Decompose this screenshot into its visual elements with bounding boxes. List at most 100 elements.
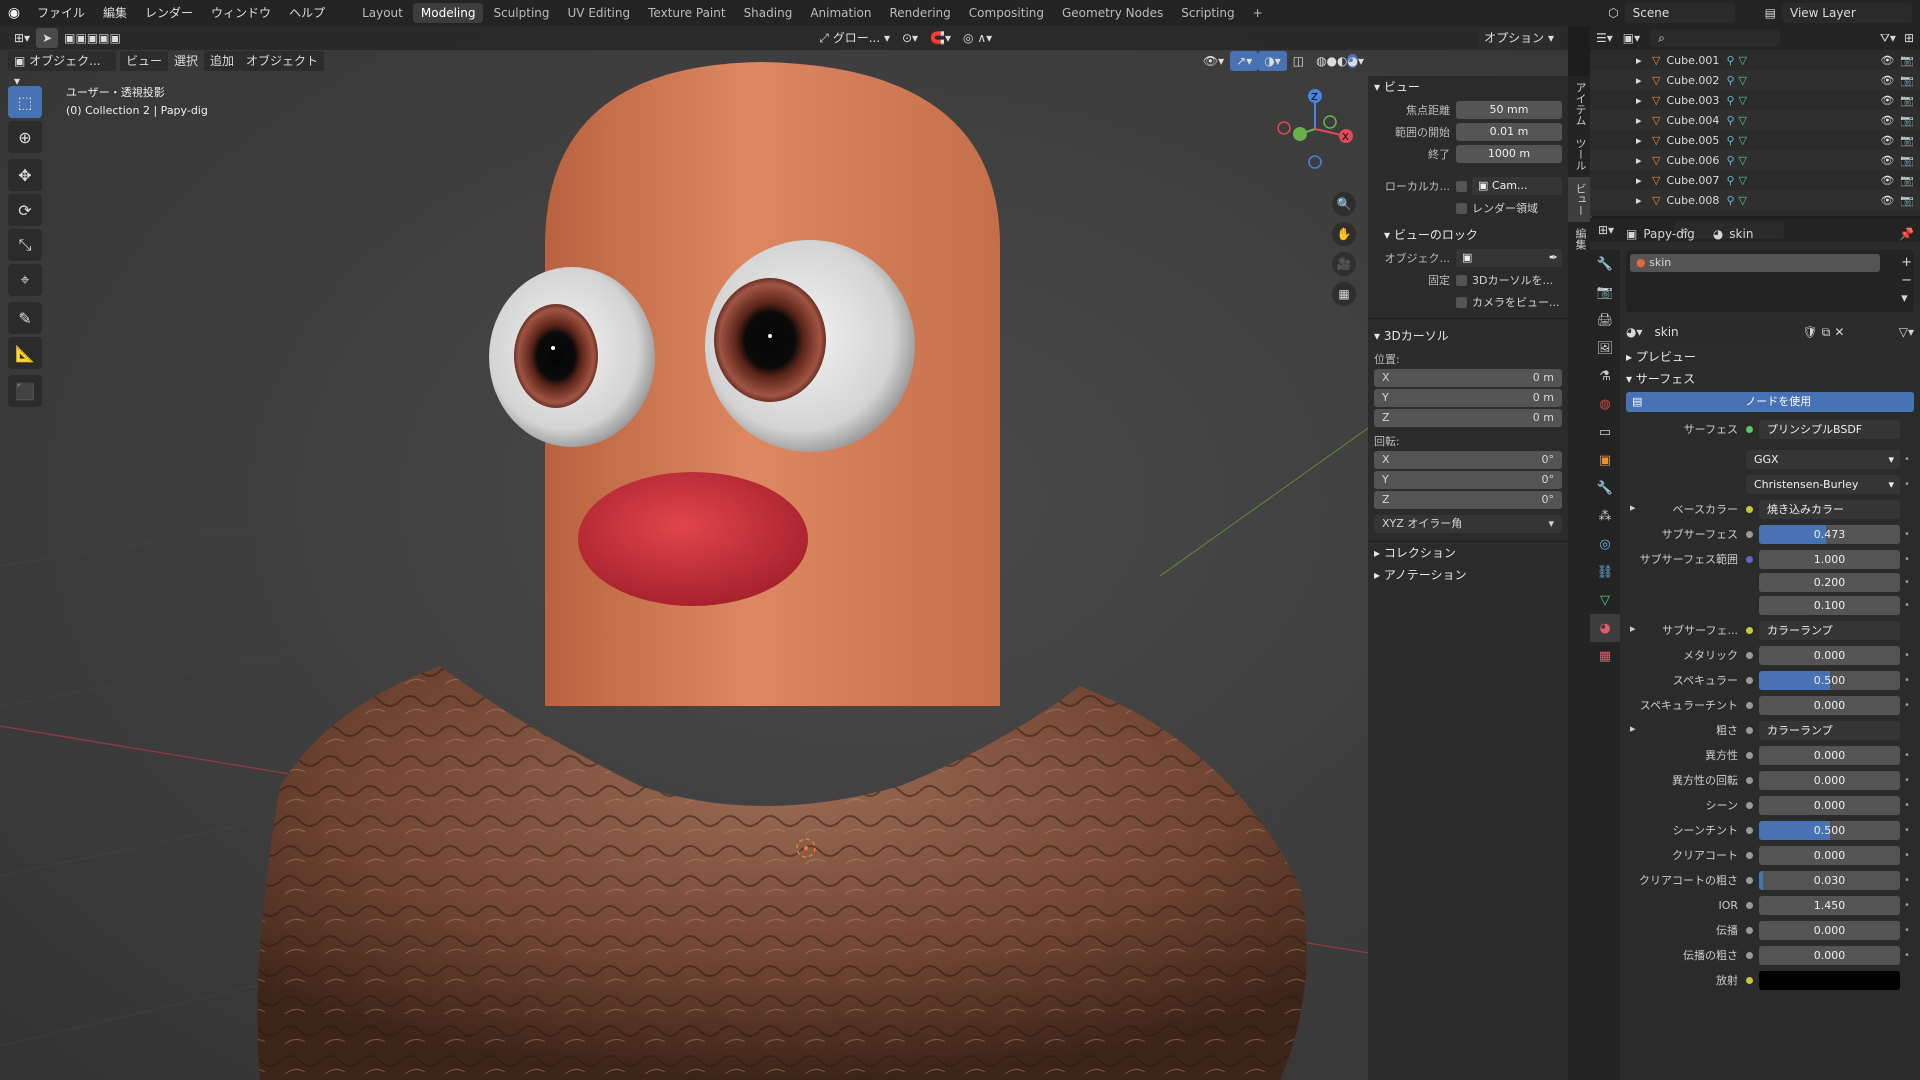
texture-tab-icon[interactable]: ▦ xyxy=(1590,642,1620,670)
add-slot-button[interactable]: + xyxy=(1901,254,1912,272)
transform-icon[interactable]: ⌖ xyxy=(8,264,42,296)
expand-icon[interactable]: ▸ xyxy=(1636,194,1642,207)
rotation-mode-dropdown[interactable]: XYZ オイラー角 ▾ xyxy=(1374,515,1562,533)
material-tab-icon[interactable]: ◕ xyxy=(1590,614,1620,642)
keyframe-dot[interactable]: • xyxy=(1900,529,1914,540)
outliner-row[interactable]: ▸ ▽ Cube.007 ⚲ ▽ 👁 📷 xyxy=(1590,170,1920,190)
menu-view[interactable]: ビュー xyxy=(120,51,169,71)
keyframe-dot[interactable]: • xyxy=(1900,825,1914,836)
outliner-row[interactable]: ▸ ▽ Cube.001 ⚲ ▽ 👁 📷 xyxy=(1590,50,1920,70)
world-tab-icon[interactable]: ◍ xyxy=(1590,390,1620,418)
data-tab-icon[interactable]: ▽ xyxy=(1590,586,1620,614)
local-camera-field[interactable]: ▣ Cam... xyxy=(1472,177,1562,195)
unlink-icon[interactable]: ✕ xyxy=(1834,325,1844,339)
preview-section-header[interactable]: ▸ プレビュー xyxy=(1626,346,1914,368)
keyframe-dot[interactable]: • xyxy=(1900,600,1914,611)
tab-animation[interactable]: Animation xyxy=(802,3,879,23)
metallic-slider[interactable]: 0.000 xyxy=(1759,645,1900,665)
camera-render-icon[interactable]: 📷 xyxy=(1900,74,1914,87)
pan-icon[interactable]: ✋ xyxy=(1332,222,1356,246)
menu-edit[interactable]: 編集 xyxy=(94,0,136,26)
add-cube-icon[interactable]: ⬛ xyxy=(8,375,42,407)
clearcoat-slider[interactable]: 0.000 xyxy=(1759,845,1900,865)
menu-render[interactable]: レンダー xyxy=(136,0,202,26)
keyframe-dot[interactable]: • xyxy=(1900,554,1914,565)
link-type-icon[interactable]: ▽▾ xyxy=(1899,325,1914,339)
expand-icon[interactable]: ▸ xyxy=(1636,54,1642,67)
keyframe-dot[interactable]: • xyxy=(1900,750,1914,761)
navigation-gizmo[interactable]: Z X xyxy=(1270,84,1360,174)
camera-render-icon[interactable]: 📷 xyxy=(1900,54,1914,67)
cursor-rot-x[interactable]: X 0° xyxy=(1374,451,1562,469)
zoom-icon[interactable]: 🔍 xyxy=(1332,192,1356,216)
view-layer-tab-icon[interactable]: 🖼 xyxy=(1590,334,1620,362)
tool-tab-icon[interactable]: 🔧 xyxy=(1590,250,1620,278)
keyframe-dot[interactable]: • xyxy=(1900,700,1914,711)
camera-render-icon[interactable]: 📷 xyxy=(1900,154,1914,167)
eye-icon[interactable]: 👁 xyxy=(1880,94,1894,107)
overlay-icon[interactable]: ◑▾ xyxy=(1258,51,1287,71)
lock-camera-checkbox[interactable] xyxy=(1456,296,1467,308)
camera-render-icon[interactable]: 📷 xyxy=(1900,94,1914,107)
roughness-field[interactable]: カラーランプ xyxy=(1759,720,1900,740)
radius-y-field[interactable]: 0.200 xyxy=(1759,572,1900,592)
scene-icon[interactable]: ⬡ xyxy=(1602,6,1624,20)
outliner-row[interactable]: ▸ ▽ Cube.005 ⚲ ▽ 👁 📷 xyxy=(1590,130,1920,150)
use-nodes-button[interactable]: ▤ ノードを使用 xyxy=(1626,392,1914,412)
eye-icon[interactable]: 👁 xyxy=(1880,194,1894,207)
scene-render[interactable] xyxy=(0,26,1568,1080)
expand-icon[interactable]: ▸ xyxy=(1636,174,1642,187)
keyframe-dot[interactable]: • xyxy=(1900,675,1914,686)
expand-icon[interactable]: ▸ xyxy=(1636,154,1642,167)
options-dropdown[interactable]: オプション ▾ xyxy=(1478,28,1560,48)
keyframe-dot[interactable]: • xyxy=(1900,950,1914,961)
material-slot[interactable]: ● skin xyxy=(1630,254,1880,272)
eye-icon[interactable]: 👁 xyxy=(1880,154,1894,167)
visibility-icon[interactable]: 👁▾ xyxy=(1197,51,1230,71)
keyframe-dot[interactable]: • xyxy=(1900,900,1914,911)
tab-texture-paint[interactable]: Texture Paint xyxy=(640,3,733,23)
select-box-icon[interactable]: ⬚ xyxy=(8,86,42,118)
radius-x-field[interactable]: 1.000 xyxy=(1759,549,1900,569)
slot-menu-icon[interactable]: ▾ xyxy=(1901,290,1912,308)
cursor-loc-x[interactable]: X 0 m xyxy=(1374,369,1562,387)
menu-select[interactable]: 選択 xyxy=(168,51,204,71)
display-mode-icon[interactable]: ▣▾ xyxy=(1623,31,1640,45)
focal-length-field[interactable]: 50 mm xyxy=(1456,101,1562,119)
annotation-section-header[interactable]: ▸ アノテーション xyxy=(1374,564,1562,586)
cursor-rot-y[interactable]: Y 0° xyxy=(1374,471,1562,489)
lock-object-field[interactable]: ▣ ✒ xyxy=(1456,249,1562,267)
gizmo-icon[interactable]: ↗▾ xyxy=(1230,51,1259,71)
menu-help[interactable]: ヘルプ xyxy=(280,0,334,26)
outliner-row[interactable]: ▸ ▽ Cube.003 ⚲ ▽ 👁 📷 xyxy=(1590,90,1920,110)
keyframe-dot[interactable]: • xyxy=(1900,850,1914,861)
eye-icon[interactable]: 👁 xyxy=(1880,174,1894,187)
tab-sculpting[interactable]: Sculpting xyxy=(485,3,557,23)
expand-icon[interactable]: ▸ xyxy=(1636,134,1642,147)
base-color-field[interactable]: 焼き込みカラー xyxy=(1759,499,1900,519)
tab-shading[interactable]: Shading xyxy=(736,3,801,23)
cursor-loc-y[interactable]: Y 0 m xyxy=(1374,389,1562,407)
expand-icon[interactable]: ▸ xyxy=(1636,94,1642,107)
keyframe-dot[interactable]: • xyxy=(1900,775,1914,786)
clip-start-field[interactable]: 0.01 m xyxy=(1456,123,1562,141)
ior-field[interactable]: 1.450 xyxy=(1759,895,1900,915)
transform-orientation-dropdown[interactable]: ⤢ グロー... ▾ xyxy=(813,28,896,48)
add-workspace-icon[interactable]: + xyxy=(1245,3,1271,23)
view-lock-header[interactable]: ▾ ビューのロック xyxy=(1374,224,1562,246)
surface-section-header[interactable]: ▾ サーフェス xyxy=(1626,368,1914,390)
camera-render-icon[interactable]: 📷 xyxy=(1900,174,1914,187)
keyframe-dot[interactable]: • xyxy=(1900,875,1914,886)
cursor-section-header[interactable]: ▾ 3Dカーソル xyxy=(1374,325,1562,347)
cursor-icon[interactable]: ⊕ xyxy=(8,121,42,153)
constraints-tab-icon[interactable]: ⛓ xyxy=(1590,558,1620,586)
view-layer-field[interactable]: View Layer xyxy=(1782,3,1912,23)
outliner-row[interactable]: ▸ ▽ Cube.002 ⚲ ▽ 👁 📷 xyxy=(1590,70,1920,90)
snap-icon[interactable]: 🧲▾ xyxy=(924,28,957,48)
expand-icon[interactable]: ▸ xyxy=(1626,622,1636,635)
anisotropic-slider[interactable]: 0.000 xyxy=(1759,745,1900,765)
menu-add[interactable]: 追加 xyxy=(204,51,241,71)
remove-slot-button[interactable]: − xyxy=(1901,272,1912,290)
output-tab-icon[interactable]: 🖨 xyxy=(1590,306,1620,334)
subsurface-method-dropdown[interactable]: Christensen-Burley ▾ xyxy=(1746,474,1900,494)
